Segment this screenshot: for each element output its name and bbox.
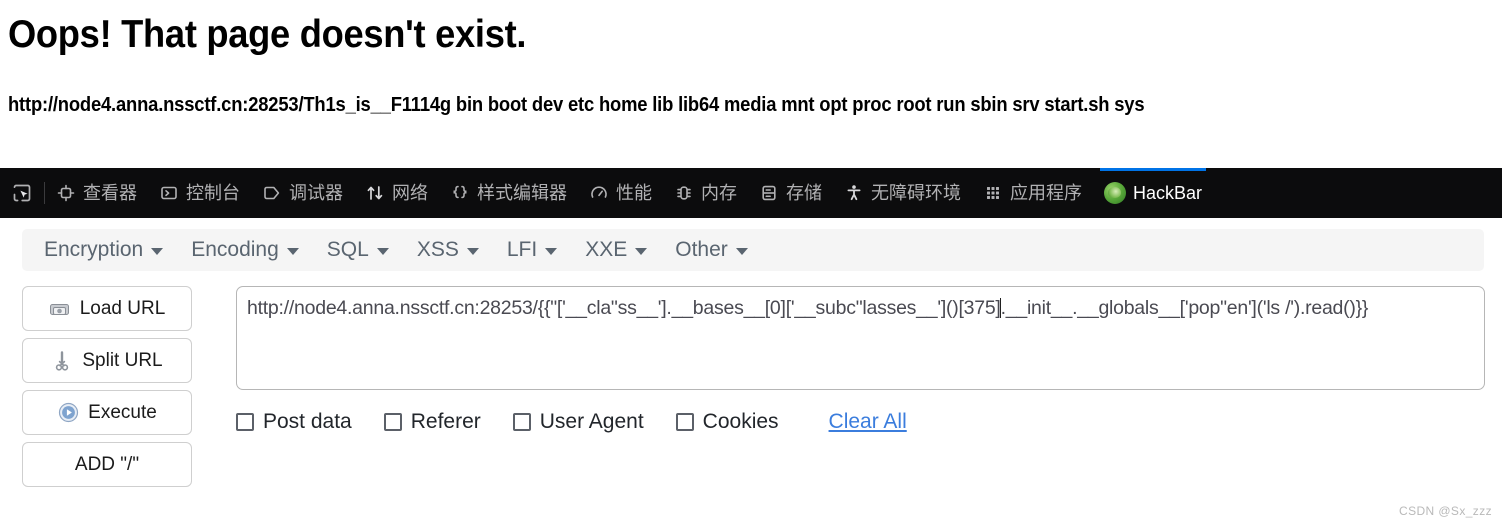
tab-label: HackBar	[1133, 183, 1203, 203]
execute-button[interactable]: Execute	[22, 390, 192, 435]
checkbox-label: Referer	[410, 410, 481, 433]
tab-inspector[interactable]: 查看器	[45, 168, 148, 218]
screenshot-root: Oops! That page doesn't exist. http://no…	[0, 0, 1502, 524]
tab-debugger[interactable]: 调试器	[251, 168, 354, 218]
checkbox-box[interactable]	[512, 413, 531, 431]
tab-label: 查看器	[83, 183, 137, 203]
url-input[interactable]: http://node4.anna.nssctf.cn:28253/{{"['_…	[236, 286, 1485, 390]
menu-other[interactable]: Other	[661, 229, 762, 271]
checkbox-label: Post data	[263, 410, 352, 433]
hackbar-menu-bar: Encryption Encoding SQL XSS LFI XXE Othe…	[22, 229, 1484, 271]
add-slash-button[interactable]: ADD "/"	[22, 442, 192, 487]
split-url-button[interactable]: Split URL	[22, 338, 192, 383]
console-icon	[159, 183, 179, 203]
tab-storage[interactable]: 存储	[748, 168, 833, 218]
menu-label: XXE	[585, 238, 628, 261]
inspector-icon	[56, 183, 76, 203]
menu-label: XSS	[416, 238, 459, 261]
clear-all-link[interactable]: Clear All	[829, 410, 907, 434]
menu-lfi[interactable]: LFI	[493, 229, 571, 271]
menu-encoding[interactable]: Encoding	[177, 229, 313, 271]
performance-icon	[589, 183, 609, 203]
button-label: Load URL	[79, 297, 166, 319]
tab-label: 网络	[392, 183, 428, 203]
watermark: CSDN @Sx_zzz	[1399, 504, 1492, 518]
split-url-scissors-icon	[51, 350, 73, 371]
chevron-down-icon	[376, 248, 389, 255]
accessibility-icon	[844, 183, 864, 203]
checkbox-referer[interactable]: Referer	[383, 410, 481, 434]
tab-memory[interactable]: 内存	[663, 168, 748, 218]
checkbox-label: Cookies	[702, 410, 779, 433]
application-icon	[983, 183, 1003, 203]
devtools-toolbar: 查看器 控制台 调试器 网络 样式编辑器 性能 内存 存储 无障碍环境 应用程序…	[0, 168, 1502, 218]
checkbox-box[interactable]	[675, 413, 694, 431]
menu-sql[interactable]: SQL	[313, 229, 403, 271]
error-detail-text: http://node4.anna.nssctf.cn:28253/Th1s_i…	[8, 94, 1145, 116]
chevron-down-icon	[735, 248, 748, 255]
network-icon	[365, 183, 385, 203]
tab-style-editor[interactable]: 样式编辑器	[439, 168, 578, 218]
menu-xxe[interactable]: XXE	[571, 229, 661, 271]
firefox-addon-icon	[1104, 182, 1126, 204]
url-value-after-caret: .__init__.__globals__['pop"en']('ls /').…	[1000, 297, 1369, 319]
hackbar-action-buttons: Load URL Split URL Execute ADD "/"	[22, 286, 192, 494]
checkbox-label: User Agent	[539, 410, 644, 433]
url-value-before-caret: http://node4.anna.nssctf.cn:28253/{{"['_…	[247, 297, 1001, 319]
tab-accessibility[interactable]: 无障碍环境	[833, 168, 972, 218]
tab-label: 内存	[701, 183, 737, 203]
menu-label: Encoding	[191, 238, 279, 261]
chevron-down-icon	[151, 248, 164, 255]
chevron-down-icon	[635, 248, 648, 255]
execute-play-icon	[57, 402, 79, 423]
menu-label: SQL	[326, 238, 369, 261]
menu-label: LFI	[506, 238, 538, 261]
tab-hackbar[interactable]: HackBar	[1093, 168, 1213, 218]
storage-icon	[759, 183, 779, 203]
chevron-down-icon	[286, 248, 299, 255]
page-title: Oops! That page doesn't exist.	[8, 13, 527, 56]
tab-network[interactable]: 网络	[354, 168, 439, 218]
checkbox-post-data[interactable]: Post data	[236, 410, 352, 434]
style-editor-icon	[450, 183, 470, 203]
checkbox-user-agent[interactable]: User Agent	[512, 410, 644, 434]
debugger-icon	[262, 183, 282, 203]
url-input-value: http://node4.anna.nssctf.cn:28253/{{"['_…	[247, 296, 1474, 320]
chevron-down-icon	[466, 248, 479, 255]
tab-application[interactable]: 应用程序	[972, 168, 1093, 218]
tab-console[interactable]: 控制台	[148, 168, 251, 218]
tab-label: 性能	[616, 183, 652, 203]
devtools-tab-list: 查看器 控制台 调试器 网络 样式编辑器 性能 内存 存储 无障碍环境 应用程序…	[45, 168, 1502, 218]
load-url-button[interactable]: Load URL	[22, 286, 192, 331]
checkbox-box[interactable]	[383, 413, 402, 431]
load-url-icon	[49, 299, 71, 319]
memory-icon	[674, 183, 694, 203]
element-picker-button[interactable]	[0, 168, 44, 218]
hackbar-options-row: Post data Referer User Agent Cookies Cle…	[236, 410, 907, 434]
button-label: Execute	[88, 401, 157, 423]
element-picker-icon	[12, 183, 32, 203]
checkbox-box[interactable]	[236, 413, 254, 431]
tab-label: 应用程序	[1010, 183, 1082, 203]
menu-label: Encryption	[44, 238, 144, 261]
checkbox-cookies[interactable]: Cookies	[675, 410, 779, 434]
tab-performance[interactable]: 性能	[578, 168, 663, 218]
button-label: Split URL	[82, 349, 163, 371]
chevron-down-icon	[545, 248, 558, 255]
button-label: ADD "/"	[74, 453, 140, 475]
menu-xss[interactable]: XSS	[403, 229, 493, 271]
tab-label: 样式编辑器	[477, 183, 567, 203]
error-page-content: Oops! That page doesn't exist. http://no…	[0, 0, 1502, 168]
menu-encryption[interactable]: Encryption	[30, 229, 177, 271]
tab-label: 无障碍环境	[871, 183, 961, 203]
hackbar-panel: Encryption Encoding SQL XSS LFI XXE Othe…	[0, 218, 1502, 524]
tab-label: 存储	[786, 183, 822, 203]
tab-label: 控制台	[186, 183, 240, 203]
tab-label: 调试器	[289, 183, 343, 203]
menu-label: Other	[675, 238, 728, 261]
